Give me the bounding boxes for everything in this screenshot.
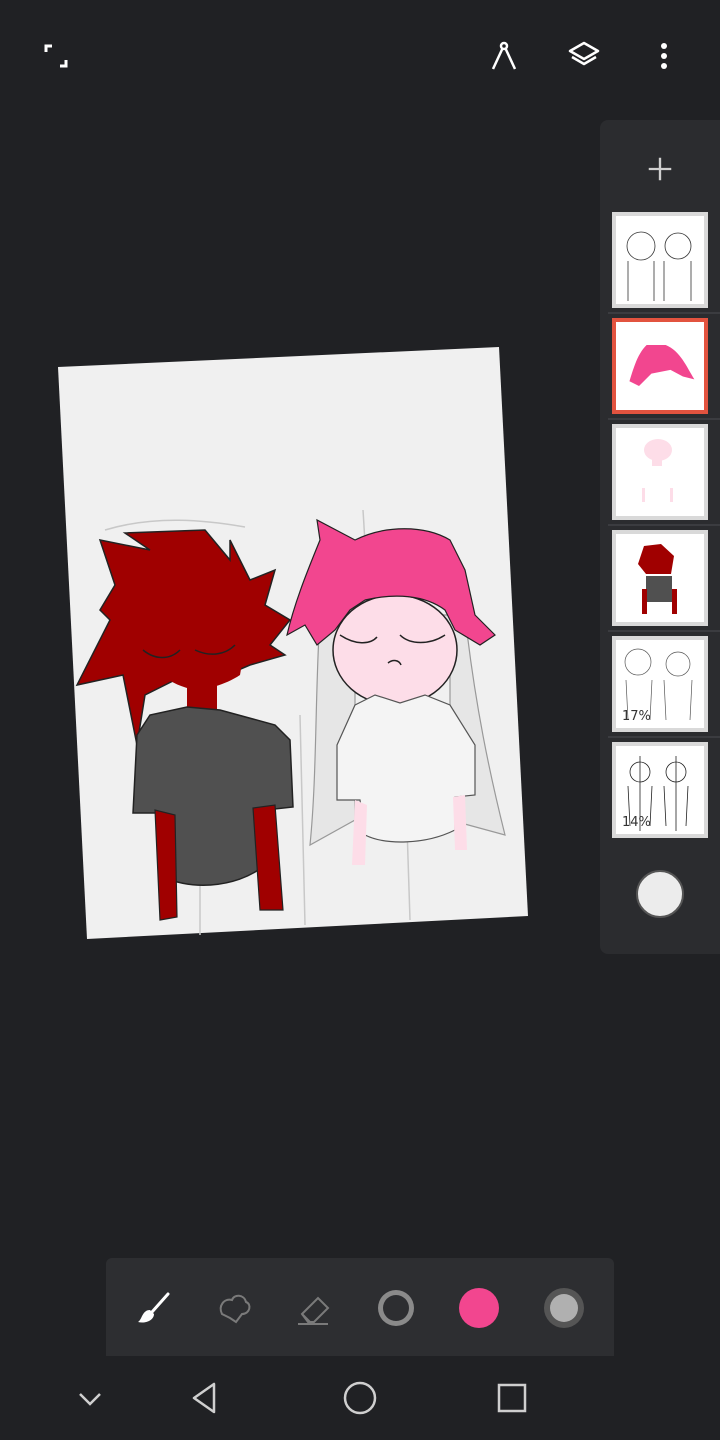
layer-preview [616, 216, 704, 304]
add-layer-button[interactable] [636, 145, 684, 193]
drawing-canvas[interactable] [55, 345, 530, 940]
layer-thumbnail[interactable]: 17% [612, 636, 708, 732]
nav-hide-button[interactable] [64, 1372, 116, 1424]
layer-thumbnail[interactable] [612, 424, 708, 520]
ruler-button[interactable] [480, 32, 528, 80]
layer-thumbnail-selected[interactable] [612, 318, 708, 414]
layer-opacity-label: 17% [622, 709, 651, 724]
layer-divider [608, 524, 720, 526]
layer-thumbnail[interactable] [612, 530, 708, 626]
brush-tool-button[interactable] [130, 1284, 178, 1332]
ruler-compass-icon [491, 41, 517, 70]
fullscreen-button[interactable] [32, 32, 80, 80]
smudge-icon [219, 1294, 251, 1324]
layers-button[interactable] [560, 32, 608, 80]
home-icon [343, 1381, 377, 1415]
layer-divider [608, 312, 720, 314]
opacity-icon [544, 1288, 584, 1328]
color-picker-button[interactable] [455, 1284, 503, 1332]
brush-icon [138, 1292, 170, 1323]
back-icon [192, 1382, 216, 1414]
plus-icon [648, 157, 672, 181]
fullscreen-icon [44, 44, 68, 68]
smudge-tool-button[interactable] [210, 1284, 258, 1332]
eraser-tool-button[interactable] [290, 1284, 338, 1332]
brush-size-icon [378, 1290, 414, 1326]
layer-preview: 14% [616, 746, 704, 834]
background-color-button[interactable] [636, 870, 684, 918]
layer-divider [608, 418, 720, 420]
recents-icon [497, 1383, 527, 1413]
layer-divider [608, 630, 720, 632]
layer-preview: 17% [616, 640, 704, 728]
more-options-button[interactable] [640, 32, 688, 80]
layer-opacity-label: 14% [622, 815, 651, 830]
brush-size-button[interactable] [372, 1284, 420, 1332]
eraser-icon [298, 1296, 330, 1325]
layers-icon [568, 41, 600, 66]
opacity-button[interactable] [540, 1284, 588, 1332]
chevron-down-icon [79, 1393, 101, 1406]
layer-preview [616, 428, 704, 516]
more-vert-icon [661, 43, 667, 69]
nav-back-button[interactable] [180, 1372, 232, 1424]
nav-recents-button[interactable] [486, 1372, 538, 1424]
layer-preview [616, 534, 704, 622]
color-icon [459, 1288, 499, 1328]
layer-thumbnail[interactable]: 14% [612, 742, 708, 838]
layer-preview [616, 322, 704, 410]
artwork [58, 347, 528, 939]
layer-thumbnail[interactable] [612, 212, 708, 308]
bottom-toolbar [106, 1258, 614, 1356]
layer-divider [608, 736, 720, 738]
nav-home-button[interactable] [334, 1372, 386, 1424]
